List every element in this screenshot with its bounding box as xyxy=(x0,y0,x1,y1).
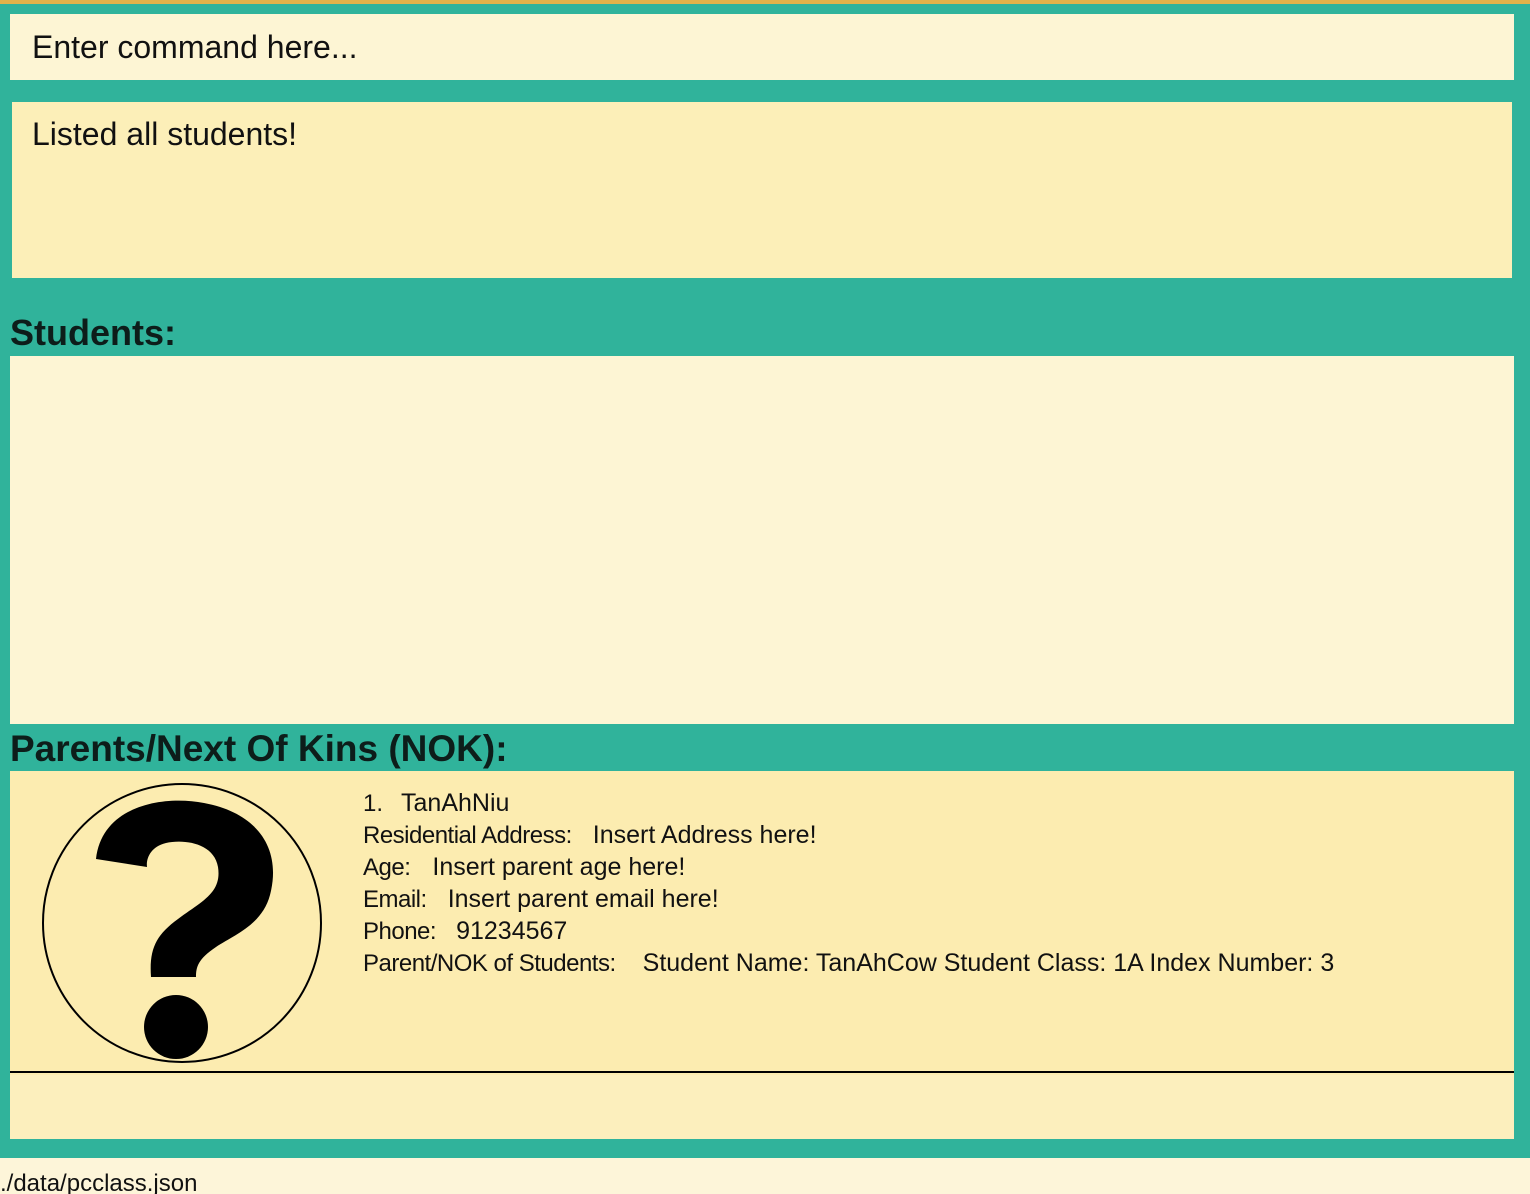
nok-phone-label: Phone: xyxy=(363,918,437,945)
question-mark-graphic xyxy=(96,800,274,1059)
nok-email: Insert parent email here! xyxy=(447,885,719,913)
nok-name-row: 1. TanAhNiu xyxy=(363,787,1334,819)
status-bar: ./data/pcclass.json xyxy=(0,1158,1530,1194)
nok-age-row: Age: Insert parent age here! xyxy=(363,851,1334,883)
nok-students-row: Parent/NOK of Students: Student Name: Ta… xyxy=(363,947,1334,979)
nok-index: 1. xyxy=(363,790,384,817)
window-top-accent xyxy=(0,0,1530,4)
data-file-path: ./data/pcclass.json xyxy=(0,1170,198,1194)
nok-phone-row: Phone: 91234567 xyxy=(363,915,1334,947)
nok-card[interactable]: 1. TanAhNiu Residential Address: Insert … xyxy=(10,771,1514,1073)
nok-card-details: 1. TanAhNiu Residential Address: Insert … xyxy=(363,787,1334,979)
nok-email-label: Email: xyxy=(363,886,427,913)
nok-list[interactable]: 1. TanAhNiu Residential Address: Insert … xyxy=(10,771,1514,1139)
nok-age-label: Age: xyxy=(363,854,411,881)
question-mark-icon xyxy=(42,783,322,1063)
nok-list-empty-row xyxy=(10,1075,1514,1139)
nok-email-row: Email: Insert parent email here! xyxy=(363,883,1334,915)
nok-name: TanAhNiu xyxy=(401,789,510,817)
nok-students-label: Parent/NOK of Students: xyxy=(363,950,616,977)
nok-address-label: Residential Address: xyxy=(363,822,572,849)
nok-address: Insert Address here! xyxy=(592,821,817,849)
result-message: Listed all students! xyxy=(32,116,298,152)
students-list[interactable] xyxy=(10,356,1514,724)
nok-phone: 91234567 xyxy=(456,917,568,945)
nok-address-row: Residential Address: Insert Address here… xyxy=(363,819,1334,851)
nok-heading: Parents/Next Of Kins (NOK): xyxy=(10,728,508,769)
nok-students: Student Name: TanAhCow Student Class: 1A… xyxy=(642,949,1335,977)
nok-age: Insert parent age here! xyxy=(432,853,686,881)
result-display: Listed all students! xyxy=(12,102,1512,278)
students-heading: Students: xyxy=(10,312,176,353)
command-input[interactable] xyxy=(10,14,1514,80)
